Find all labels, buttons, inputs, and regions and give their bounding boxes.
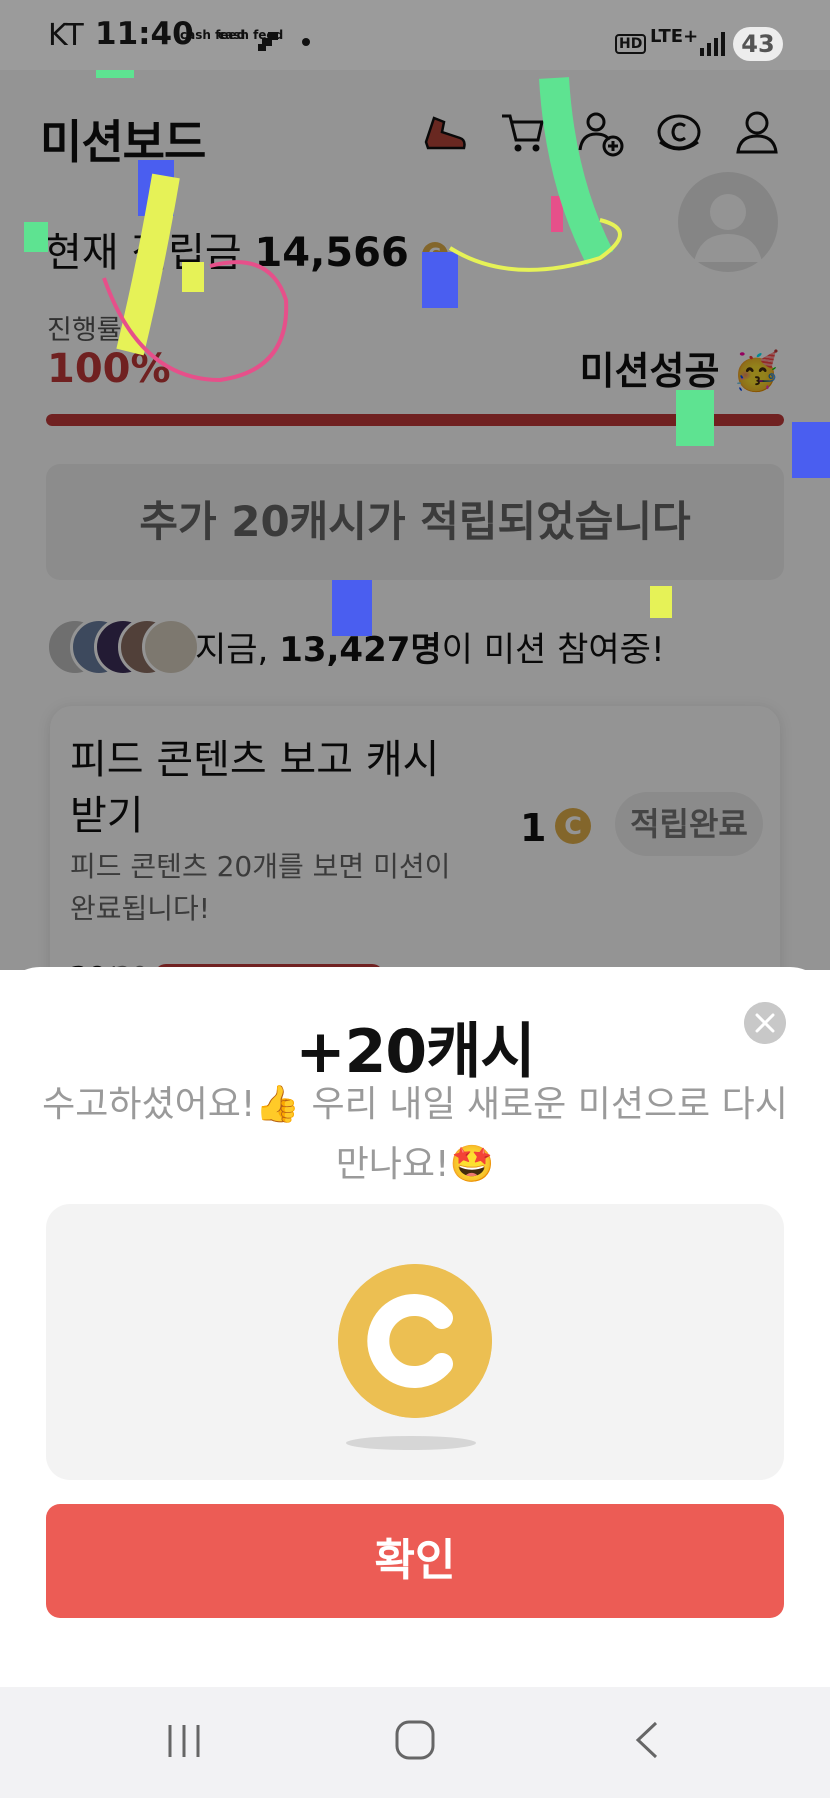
recent-apps-icon[interactable] (164, 1721, 204, 1761)
app-notification-icon (258, 32, 278, 51)
reward-message: 수고하셨어요!👍 우리 내일 새로운 미션으로 다시 만나요!🤩 (42, 1084, 788, 1185)
coin-icon (338, 1264, 492, 1418)
clock: 11:40 (95, 16, 194, 52)
reward-coin-panel (46, 1204, 784, 1480)
carrier-label: KT (48, 18, 84, 53)
hd-voice-icon: HD (615, 34, 647, 54)
home-icon[interactable] (394, 1719, 436, 1761)
more-notifications-dot (302, 38, 310, 46)
reward-bottom-sheet: +20캐시 수고하셨어요!👍 우리 내일 새로운 미션으로 다시 만나요!🤩 확… (0, 967, 830, 1687)
network-type-icon: LTE+ (650, 26, 699, 47)
system-nav-bar (0, 1687, 830, 1798)
back-icon[interactable] (632, 1719, 662, 1761)
battery-icon: 43 (733, 27, 783, 61)
status-bar: KT 11:40 cash feed cash feed HD LTE+ 43 (0, 0, 830, 70)
confirm-button[interactable]: 확인 (46, 1504, 784, 1618)
close-icon[interactable] (744, 1002, 786, 1044)
signal-icon (700, 32, 725, 56)
coin-shadow (346, 1436, 476, 1450)
confetti-decoration (24, 70, 830, 636)
